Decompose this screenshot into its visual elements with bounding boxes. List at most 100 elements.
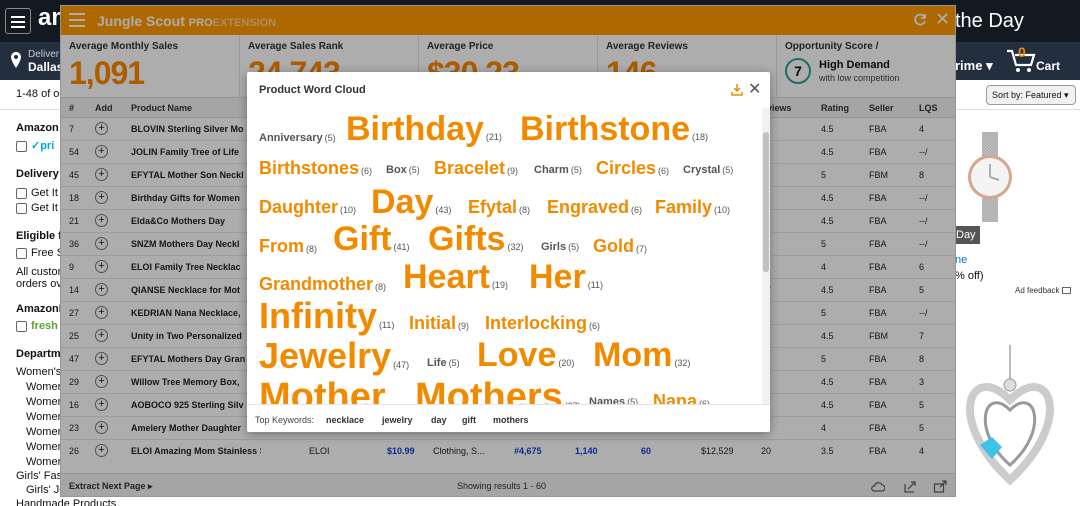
cloud-word-count: (21) bbox=[485, 132, 502, 142]
sort-by-label: Sort by: Featured bbox=[992, 90, 1062, 100]
sidebar-item: Departm bbox=[16, 348, 61, 360]
sidebar-item[interactable]: All custor bbox=[16, 266, 61, 278]
cloud-word[interactable]: Names (5) bbox=[589, 397, 638, 405]
watch-product-image[interactable] bbox=[960, 132, 1020, 222]
cloud-word[interactable]: Engraved (6) bbox=[547, 198, 642, 216]
cloud-scrollbar-thumb[interactable] bbox=[763, 132, 769, 272]
cloud-word[interactable]: Birthstones (6) bbox=[259, 159, 372, 177]
sidebar-item[interactable]: Handmade Products bbox=[16, 498, 116, 506]
cloud-word-count: (32) bbox=[507, 242, 524, 252]
cloud-word[interactable]: Love (20) bbox=[477, 338, 574, 372]
word-cloud-modal: Product Word Cloud ✕ Anniversary (5) Birth… bbox=[247, 72, 770, 432]
prime-menu[interactable]: rime ▾ bbox=[955, 58, 993, 74]
cloud-word-text: Heart bbox=[403, 258, 490, 296]
cloud-word-text: Love bbox=[477, 336, 557, 374]
cloud-word[interactable]: Heart (19) bbox=[403, 260, 508, 294]
cloud-word[interactable]: Bracelet (9) bbox=[434, 159, 518, 177]
cloud-word[interactable]: Life (5) bbox=[427, 358, 460, 369]
cloud-word[interactable]: Birthday (21) bbox=[346, 112, 502, 146]
sidebar-item[interactable]: Get It bbox=[16, 202, 58, 214]
checkbox[interactable] bbox=[16, 247, 27, 259]
sidebar-item[interactable]: fresh bbox=[16, 320, 58, 332]
checkbox[interactable] bbox=[16, 187, 27, 199]
cloud-word-text: Family bbox=[655, 197, 713, 217]
cloud-word-text: Mother bbox=[259, 376, 386, 404]
cloud-word[interactable]: Gift (41) bbox=[333, 222, 410, 256]
deliver-to-city[interactable]: Dallas bbox=[28, 60, 63, 74]
cloud-word[interactable]: Jewelry (47) bbox=[259, 338, 409, 374]
cloud-word-count: (5) bbox=[570, 165, 582, 175]
sidebar-item[interactable]: Womer bbox=[26, 441, 61, 453]
sidebar-item[interactable]: Womer bbox=[26, 426, 61, 438]
cloud-word-text: Birthstone bbox=[520, 110, 690, 148]
sidebar-item[interactable]: orders ov bbox=[16, 278, 62, 290]
sidebar-item-label: Women's bbox=[16, 366, 62, 378]
sidebar-item[interactable]: Womer bbox=[26, 411, 61, 423]
sort-by-select[interactable]: Sort by: Featured ▾ bbox=[986, 85, 1076, 105]
cloud-word[interactable]: Girls (5) bbox=[541, 242, 579, 253]
top-keyword[interactable]: jewelry bbox=[382, 415, 413, 425]
cloud-word[interactable]: Nana (6) bbox=[653, 392, 710, 404]
cloud-word-count: (8) bbox=[306, 244, 317, 254]
cloud-word[interactable]: Daughter (10) bbox=[259, 198, 356, 216]
sidebar-item[interactable]: ✓pri bbox=[16, 139, 54, 152]
cloud-word[interactable]: Box (5) bbox=[386, 165, 420, 176]
sidebar-item[interactable]: Free S bbox=[16, 247, 64, 259]
cloud-word-count: (41) bbox=[393, 242, 410, 252]
sidebar-item-label: Womer bbox=[26, 441, 62, 453]
cloud-word-count: (32) bbox=[674, 358, 691, 368]
cloud-word[interactable]: Initial (9) bbox=[409, 314, 469, 332]
cloud-word[interactable]: Mothers(27) bbox=[415, 378, 581, 404]
cart-label[interactable]: Cart bbox=[1036, 59, 1060, 73]
sidebar-item: Amazon bbox=[16, 122, 59, 134]
checkbox[interactable] bbox=[16, 320, 27, 332]
sidebar-item[interactable]: Womer bbox=[26, 456, 61, 468]
checkbox[interactable] bbox=[16, 140, 27, 152]
cloud-word[interactable]: Grandmother (8) bbox=[259, 275, 386, 293]
cloud-word-count: (8) bbox=[375, 282, 387, 292]
heart-pendant-product-image[interactable] bbox=[950, 340, 1070, 500]
sidebar-item[interactable]: Womer bbox=[26, 396, 61, 408]
cloud-word[interactable]: Interlocking (6) bbox=[485, 314, 600, 332]
cloud-word[interactable]: Her (11) bbox=[529, 260, 603, 294]
cloud-word[interactable]: Efytal (8) bbox=[468, 198, 530, 216]
download-icon[interactable] bbox=[731, 83, 743, 96]
results-count: 1-48 of o bbox=[16, 88, 60, 100]
deal-link[interactable]: ne bbox=[955, 254, 967, 266]
sidebar-item[interactable]: Women's bbox=[16, 366, 61, 378]
cloud-word[interactable]: Gifts (32) bbox=[428, 222, 523, 256]
cloud-word-count: (6) bbox=[361, 166, 373, 176]
deliver-to-label: Deliver bbox=[28, 49, 60, 60]
sidebar-item[interactable]: Get It bbox=[16, 187, 58, 199]
word-cloud: Anniversary (5) Birthday (21) Birthstone (18)… bbox=[247, 108, 762, 404]
modal-close-icon[interactable]: ✕ bbox=[748, 79, 761, 99]
sidebar-item[interactable]: Womer bbox=[26, 381, 61, 393]
top-keyword[interactable]: mothers bbox=[493, 415, 529, 425]
cloud-word-text: Gifts bbox=[428, 220, 506, 258]
cloud-word-count: (5) bbox=[324, 133, 336, 143]
cloud-word-text: Her bbox=[529, 258, 586, 296]
cloud-word[interactable]: From (8) bbox=[259, 237, 317, 255]
cloud-word[interactable]: Anniversary (5) bbox=[259, 133, 336, 144]
cloud-word-count: (6) bbox=[658, 166, 670, 176]
ad-feedback-link[interactable]: Ad feedback bbox=[1015, 286, 1071, 295]
menu-hamburger-icon[interactable] bbox=[5, 8, 31, 34]
top-keyword[interactable]: necklace bbox=[326, 415, 364, 425]
sidebar-item: Eligible f bbox=[16, 230, 62, 242]
cloud-word[interactable]: Charm (5) bbox=[534, 165, 582, 176]
cloud-word[interactable]: Crystal (5) bbox=[683, 165, 733, 176]
cloud-word-text: Engraved bbox=[547, 197, 630, 217]
cloud-word-text: Grandmother bbox=[259, 274, 374, 294]
checkbox[interactable] bbox=[16, 202, 27, 214]
cloud-word[interactable]: Day (43) bbox=[371, 185, 451, 219]
cloud-word[interactable]: Circles (6) bbox=[596, 159, 669, 177]
top-keyword[interactable]: gift bbox=[462, 415, 476, 425]
cloud-word[interactable]: Birthstone (18) bbox=[520, 112, 708, 146]
cloud-word[interactable]: Gold (7) bbox=[593, 237, 647, 255]
cloud-word[interactable]: Family (10) bbox=[655, 198, 730, 216]
deal-of-the-day-banner[interactable]: the Day bbox=[955, 10, 1024, 33]
cloud-word[interactable]: Mother bbox=[259, 378, 388, 404]
cloud-word[interactable]: Infinity (11) bbox=[259, 298, 394, 334]
cloud-word[interactable]: Mom (32) bbox=[593, 338, 690, 372]
top-keyword[interactable]: day bbox=[431, 415, 447, 425]
